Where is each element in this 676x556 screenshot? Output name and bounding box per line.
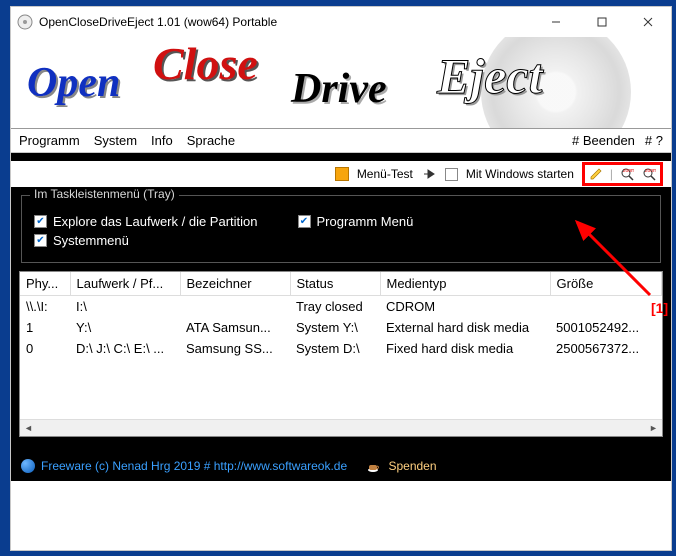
autostart-checkbox[interactable] — [445, 168, 458, 181]
highlighted-tools: | zoom zoom — [582, 162, 663, 186]
zoom-out-icon[interactable]: zoom — [641, 166, 657, 182]
tray-legend: Im Taskleistenmenü (Tray) — [30, 187, 179, 201]
svg-text:zoom: zoom — [645, 168, 656, 174]
scroll-left-button[interactable]: ◄ — [20, 420, 37, 437]
app-window: OpenCloseDriveEject 1.01 (wow64) Portabl… — [10, 6, 672, 551]
titlebar: OpenCloseDriveEject 1.01 (wow64) Portabl… — [11, 7, 671, 37]
minimize-button[interactable] — [533, 7, 579, 37]
close-button[interactable] — [625, 7, 671, 37]
tray-groupbox: Im Taskleistenmenü (Tray) ✔Explore das L… — [21, 195, 661, 263]
svg-text:zoom: zoom — [623, 168, 634, 174]
menu-system[interactable]: System — [94, 133, 137, 148]
app-icon — [17, 14, 33, 30]
banner-word-close: Close — [153, 37, 258, 90]
menu-help[interactable]: # ? — [645, 133, 663, 148]
program-menu-checkbox[interactable]: ✔Programm Menü — [298, 214, 414, 229]
donate-link[interactable]: Spenden — [367, 459, 436, 473]
horizontal-scrollbar[interactable]: ◄ ► — [20, 419, 662, 436]
col-drive[interactable]: Laufwerk / Pf... — [70, 272, 180, 296]
annotation-label: [1] — [651, 300, 668, 316]
menu-info[interactable]: Info — [151, 133, 173, 148]
col-status[interactable]: Status — [290, 272, 380, 296]
table-header-row: Phy... Laufwerk / Pf... Bezeichner Statu… — [20, 272, 662, 296]
menu-programm[interactable]: Programm — [19, 133, 80, 148]
table-row[interactable]: 1Y:\ATA Samsun...System Y:\External hard… — [20, 317, 662, 338]
credit-link[interactable]: Freeware (c) Nenad Hrg 2019 # http://www… — [21, 459, 347, 474]
menu-beenden[interactable]: # Beenden — [572, 133, 635, 148]
col-label[interactable]: Bezeichner — [180, 272, 290, 296]
table-row[interactable]: \\.\I:I:\Tray closedCDROM — [20, 296, 662, 318]
footer: Freeware (c) Nenad Hrg 2019 # http://www… — [11, 451, 671, 481]
window-buttons — [533, 7, 671, 37]
window-title: OpenCloseDriveEject 1.01 (wow64) Portabl… — [39, 15, 533, 29]
banner-word-open: Open — [27, 59, 120, 107]
pin-icon[interactable] — [421, 166, 437, 182]
system-menu-checkbox[interactable]: ✔Systemmenü — [34, 233, 129, 248]
secondary-toolbar: Menü-Test Mit Windows starten | zoom zoo… — [11, 161, 671, 187]
folder-icon — [335, 167, 349, 181]
maximize-button[interactable] — [579, 7, 625, 37]
explore-drive-checkbox[interactable]: ✔Explore das Laufwerk / die Partition — [34, 214, 258, 229]
banner-word-eject: Eject — [437, 47, 543, 105]
col-size[interactable]: Größe — [550, 272, 662, 296]
menu-test-link[interactable]: Menü-Test — [357, 167, 413, 181]
banner-word-drive: Drive — [291, 65, 387, 113]
drive-table: Phy... Laufwerk / Pf... Bezeichner Statu… — [19, 271, 663, 437]
banner: Open Close Drive Eject — [11, 37, 671, 129]
table-row[interactable]: 0D:\ J:\ C:\ E:\ ...Samsung SS...System … — [20, 338, 662, 359]
menu-sprache[interactable]: Sprache — [187, 133, 235, 148]
col-phy[interactable]: Phy... — [20, 272, 70, 296]
menubar: Programm System Info Sprache # Beenden #… — [11, 129, 671, 153]
pencil-icon[interactable] — [588, 166, 604, 182]
globe-icon — [21, 459, 35, 473]
scroll-right-button[interactable]: ► — [645, 420, 662, 437]
autostart-label: Mit Windows starten — [466, 167, 574, 181]
col-mediatype[interactable]: Medientyp — [380, 272, 550, 296]
zoom-in-icon[interactable]: zoom — [619, 166, 635, 182]
coffee-icon — [367, 461, 381, 473]
main-content: Menü-Test Mit Windows starten | zoom zoo… — [11, 153, 671, 451]
